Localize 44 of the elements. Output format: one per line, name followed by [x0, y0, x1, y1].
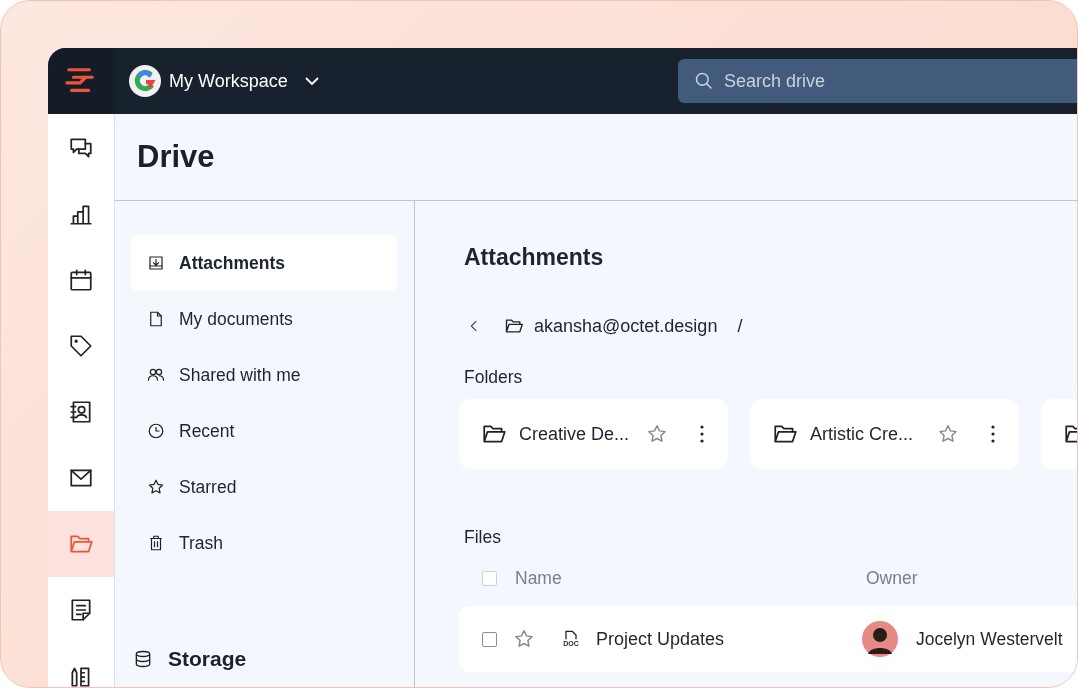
column-header[interactable]: Owner: [866, 567, 918, 589]
folder-card[interactable]: Creative De...: [459, 399, 728, 469]
note-icon: [68, 597, 94, 623]
nav-item[interactable]: Recent: [131, 403, 397, 459]
files-heading: Files: [464, 527, 502, 549]
avatar: [862, 621, 898, 657]
file-name: Project Updates: [596, 628, 726, 650]
database-icon: [133, 649, 153, 669]
nav-item[interactable]: Trash: [131, 515, 397, 571]
checkbox[interactable]: [482, 570, 497, 586]
breadcrumb-link[interactable]: akansha@octet.design: [534, 315, 718, 337]
nav-item[interactable]: Attachments: [131, 235, 397, 291]
document-icon: [147, 310, 165, 328]
storage-heading: Storage: [168, 647, 247, 671]
people-icon: [147, 366, 165, 384]
star-icon: [147, 478, 165, 496]
chat-icon: [68, 135, 94, 161]
page-title: Drive: [137, 139, 215, 175]
section-title: Attachments: [464, 243, 605, 272]
nav-item[interactable]: Shared with me: [131, 347, 397, 403]
download-icon: [147, 254, 165, 272]
search-icon: [694, 71, 714, 91]
folder-card[interactable]: Artistic Cre...: [750, 399, 1019, 469]
nav-item[interactable]: Starred: [131, 459, 397, 515]
nav-item[interactable]: My documents: [131, 291, 397, 347]
trash-icon: [147, 534, 165, 552]
contact-book-icon: [68, 399, 94, 425]
column-header[interactable]: Name: [515, 567, 866, 589]
star-icon: [513, 628, 535, 650]
star-icon: [937, 423, 959, 445]
star-icon: [646, 423, 668, 445]
owner-name: Jocelyn Westervelt: [916, 628, 1063, 650]
workspace-logo-icon: [129, 65, 161, 97]
checkbox[interactable]: [482, 631, 497, 647]
search-field[interactable]: Search drive: [678, 59, 1077, 103]
folders-heading: Folders: [464, 367, 524, 389]
clock-icon: [147, 422, 165, 440]
more-icon: [991, 425, 995, 443]
workspace-switcher[interactable]: My Workspace: [129, 65, 322, 97]
breadcrumb-separator: /: [737, 315, 743, 337]
calendar-icon: [68, 267, 94, 293]
workspace-name: My Workspace: [169, 70, 288, 92]
more-icon: [700, 425, 704, 443]
tag-icon: [68, 333, 94, 359]
